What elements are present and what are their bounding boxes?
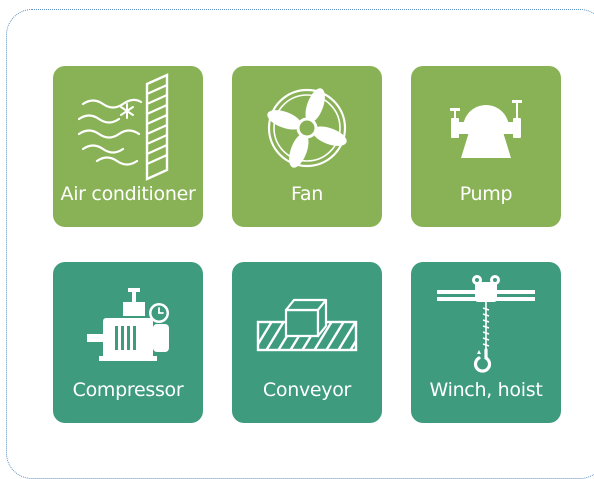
tile-label: Compressor <box>72 379 184 401</box>
tile-label: Conveyor <box>262 379 352 401</box>
tile-label: Pump <box>459 183 513 205</box>
tile-air-conditioner[interactable]: Air conditioner <box>53 66 203 227</box>
tile-compressor[interactable]: Compressor <box>53 262 203 423</box>
winch-hoist-icon <box>437 275 535 373</box>
fan-icon <box>267 88 347 168</box>
pump-icon <box>450 100 522 158</box>
tile-label: Air conditioner <box>60 183 196 205</box>
tile-label: Fan <box>291 183 323 205</box>
compressor-icon <box>87 288 169 361</box>
tile-pump[interactable]: Pump <box>411 66 561 227</box>
conveyor-icon <box>256 298 358 352</box>
tile-conveyor[interactable]: Conveyor <box>232 262 382 423</box>
tile-winch-hoist[interactable]: Winch, hoist <box>411 262 561 423</box>
tile-fan[interactable]: Fan <box>232 66 382 227</box>
air-conditioner-icon <box>77 73 169 181</box>
tile-label: Winch, hoist <box>429 379 543 401</box>
